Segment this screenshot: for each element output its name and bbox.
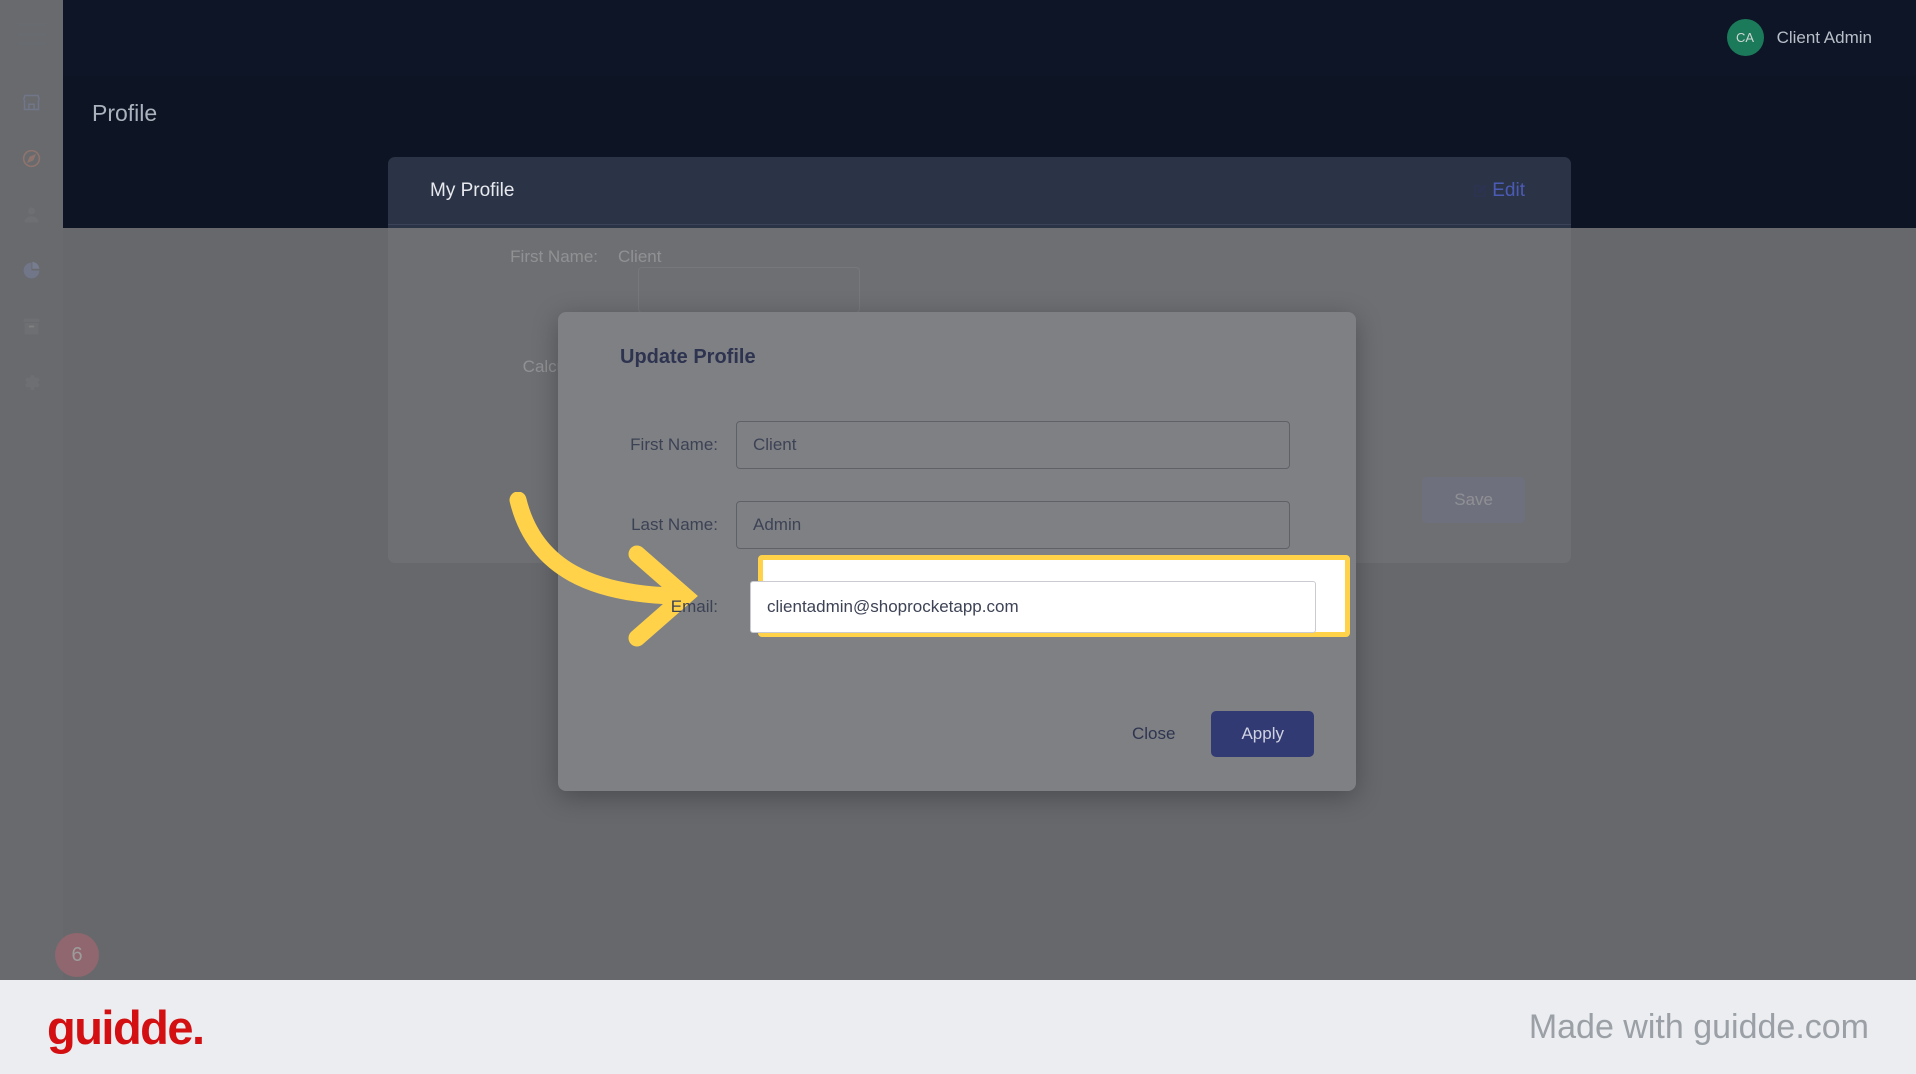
- modal-body: First Name: Last Name: Email:: [558, 369, 1356, 637]
- card-title: My Profile: [430, 179, 515, 201]
- apply-button[interactable]: Apply: [1211, 711, 1314, 757]
- first-name-input[interactable]: [736, 421, 1290, 469]
- guidde-footer: guidde. Made with guidde.com: [0, 980, 1916, 1074]
- update-profile-modal: Update Profile First Name: Last Name: Em…: [558, 312, 1356, 791]
- modal-last-name-label: Last Name:: [631, 515, 718, 534]
- user-name-label: Client Admin: [1776, 27, 1872, 47]
- close-button[interactable]: Close: [1118, 714, 1189, 754]
- modal-first-name-row: First Name:: [558, 421, 1356, 469]
- modal-email-row: Email:: [558, 555, 1356, 637]
- user-menu[interactable]: CA Client Admin: [1726, 19, 1872, 56]
- guidde-logo: guidde.: [47, 1000, 205, 1054]
- pencil-square-icon: [1474, 183, 1487, 197]
- made-with-label: Made with guidde.com: [1528, 1007, 1869, 1046]
- modal-backdrop-sidebar: [0, 0, 63, 228]
- modal-email-label: Email:: [670, 597, 718, 616]
- modal-last-name-row: Last Name:: [558, 501, 1356, 549]
- email-input[interactable]: [750, 581, 1316, 633]
- modal-title: Update Profile: [620, 346, 756, 368]
- profile-card-header: My Profile Edit: [388, 157, 1571, 225]
- modal-actions: Close Apply: [558, 633, 1356, 757]
- topbar: CA Client Admin: [63, 0, 1916, 76]
- last-name-input[interactable]: [736, 501, 1290, 549]
- screen-root: 6 CA Client Admin Profile My Profile Edi…: [0, 0, 1916, 1074]
- page-title: Profile: [92, 100, 158, 126]
- avatar: CA: [1726, 19, 1764, 56]
- edit-profile-button[interactable]: Edit: [1471, 180, 1525, 202]
- modal-first-name-label: First Name:: [630, 435, 718, 454]
- edit-label: Edit: [1492, 179, 1525, 201]
